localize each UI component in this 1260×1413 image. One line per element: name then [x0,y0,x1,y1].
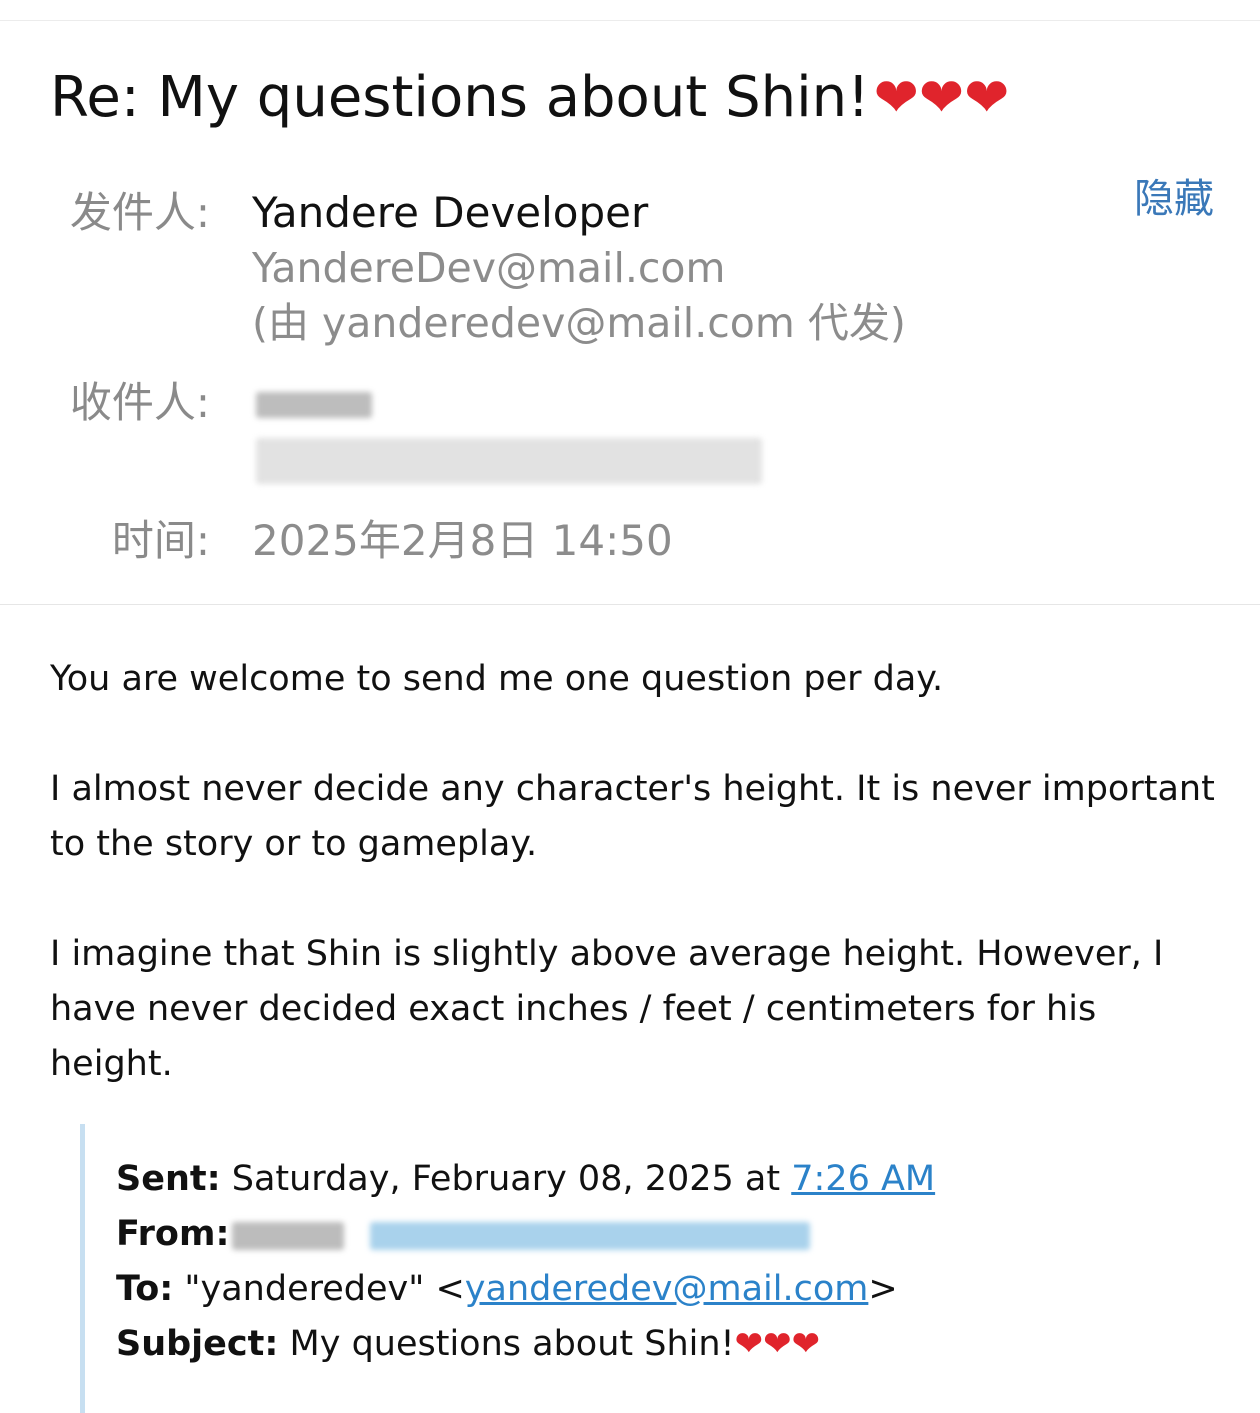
heart-icons: ❤❤❤ [734,1324,821,1364]
redacted-from-email [370,1222,810,1250]
quoted-sent-time-link[interactable]: 7:26 AM [791,1159,935,1199]
time-value: 2025年2月8日 14:50 [252,516,673,565]
quoted-to-email-link[interactable]: yanderedev@mail.com [465,1269,869,1309]
sent-on-behalf: (由 yanderedev@mail.com 代发) [252,299,906,347]
sender-name[interactable]: Yandere Developer [252,186,648,240]
quoted-subject-label: Subject: [116,1324,279,1364]
redacted-recipient-name [256,392,372,418]
quoted-subject-line: Subject: My questions about Shin!❤❤❤ [116,1317,820,1372]
quoted-to-label: To: [116,1269,174,1309]
quoted-sent-label: Sent: [116,1159,221,1199]
redacted-from-name [232,1222,344,1250]
body-paragraph: I almost never decide any character's he… [50,769,1215,864]
header-divider [0,604,1260,605]
to-label: 收件人: [69,378,210,427]
hide-details-link[interactable]: 隐藏 [1134,166,1214,224]
quoted-sent-line: Sent: Saturday, February 08, 2025 at 7:2… [116,1152,935,1207]
heart-icons: ❤❤❤ [873,66,1010,129]
quoted-to-name: "yanderedev" < [184,1269,465,1309]
body-paragraph: I imagine that Shin is slightly above av… [50,934,1164,1084]
quoted-from-label: From: [116,1214,230,1254]
redacted-recipient-email [256,438,762,484]
quoted-from-line: From: [116,1207,229,1262]
quoted-subject-value: My questions about Shin! [289,1324,735,1364]
quote-bar [80,1124,85,1413]
body-paragraph: You are welcome to send me one question … [50,659,944,699]
time-label: 时间: [111,516,210,565]
quoted-sent-value: Saturday, February 08, 2025 at [231,1159,781,1199]
subject-text: Re: My questions about Shin! [50,65,870,130]
sender-email[interactable]: YandereDev@mail.com [252,241,725,295]
from-label: 发件人: [69,188,210,237]
top-divider [0,20,1260,21]
email-subject: Re: My questions about Shin!❤❤❤ [50,62,1009,134]
quoted-to-line: To: "yanderedev" <yanderedev@mail.com> [116,1262,898,1317]
quoted-to-close: > [868,1269,898,1309]
